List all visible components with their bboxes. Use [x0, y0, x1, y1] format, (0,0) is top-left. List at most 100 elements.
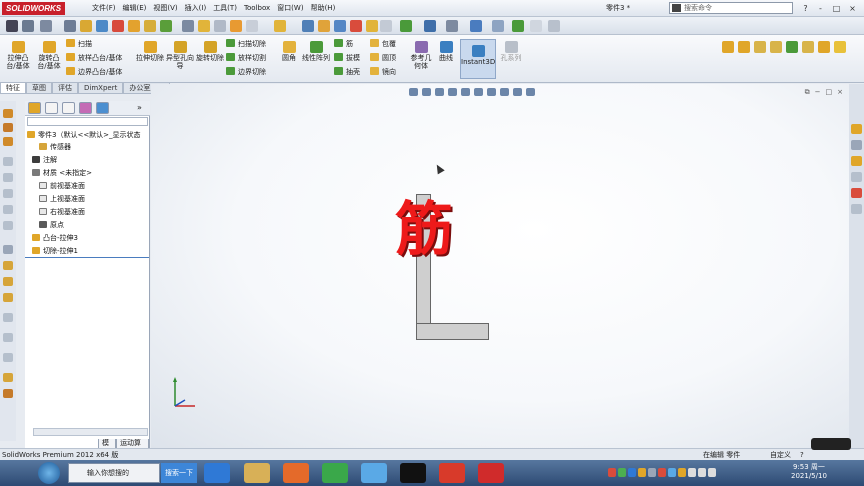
extrude-cut-button[interactable]: 拉伸切除	[136, 41, 164, 62]
wrap-button[interactable]: 包覆	[370, 39, 396, 49]
move-icon[interactable]	[230, 20, 242, 32]
strip-icon-16[interactable]	[3, 373, 13, 382]
smart-dimension-icon[interactable]	[80, 20, 92, 32]
dimxpert-tab-icon[interactable]	[79, 102, 92, 114]
viewport-restore-icon[interactable]: ⧉	[805, 88, 810, 97]
strip-icon-1[interactable]	[3, 109, 13, 118]
status-help[interactable]: ?	[800, 450, 804, 460]
strip-icon-14[interactable]	[3, 333, 13, 342]
view-toolbar-icon[interactable]	[274, 20, 286, 32]
heads-up-icon-1[interactable]	[722, 41, 734, 53]
heads-up-icon-3[interactable]	[754, 41, 766, 53]
custom-properties-icon[interactable]	[851, 204, 862, 214]
zoom-area-icon[interactable]	[422, 88, 431, 96]
edit-appearance-icon[interactable]	[500, 88, 509, 96]
reference-geometry-button[interactable]: 参考几何体	[410, 41, 432, 70]
swept-cut-button[interactable]: 扫描切除	[226, 39, 266, 49]
mate-icon[interactable]	[160, 20, 172, 32]
hole-series-button[interactable]: 孔系列	[500, 41, 522, 62]
tree-node-top-plane[interactable]: 上视基准面	[39, 195, 85, 204]
close-button[interactable]: ×	[847, 3, 858, 14]
graphics-area[interactable]: ⧉ − □ × 筋	[151, 84, 849, 448]
netdisk-icon[interactable]	[361, 463, 387, 483]
section-view-icon[interactable]	[448, 88, 457, 96]
heads-up-icon-2[interactable]	[738, 41, 750, 53]
globe-icon[interactable]	[334, 20, 346, 32]
volume-icon[interactable]	[698, 468, 706, 477]
mirror-button[interactable]: 镜向	[370, 67, 396, 77]
link-icon[interactable]	[318, 20, 330, 32]
view-palette-icon[interactable]	[851, 172, 862, 182]
tree-node-annotations[interactable]: 注解	[32, 156, 57, 165]
resources-icon[interactable]	[851, 124, 862, 134]
view-settings-icon[interactable]	[526, 88, 535, 96]
tab-dimxpert[interactable]: DimXpert	[78, 83, 124, 94]
expand-icon[interactable]: »	[137, 103, 142, 112]
strip-icon-7[interactable]	[3, 205, 13, 214]
save-file-icon[interactable]	[424, 20, 436, 32]
tree-node-boss-extrude[interactable]: 凸台-拉伸3	[32, 234, 78, 243]
file-properties-icon[interactable]	[530, 20, 542, 32]
open-file-icon[interactable]	[400, 20, 412, 32]
lofted-cut-button[interactable]: 放样切割	[226, 53, 266, 63]
strip-icon-12[interactable]	[3, 293, 13, 302]
view-orientation-icon[interactable]	[461, 88, 470, 96]
display-style-icon[interactable]	[474, 88, 483, 96]
fillet-button[interactable]: 圆角	[278, 41, 300, 62]
revolve-boss-button[interactable]: 旋转凸台/基体	[34, 41, 64, 70]
tray-icon-5[interactable]	[648, 468, 656, 477]
search-commands-input[interactable]: 搜索命令	[669, 2, 793, 14]
dome-button[interactable]: 圆顶	[370, 53, 396, 63]
menu-insert[interactable]: 插入(I)	[185, 3, 207, 14]
tab-evaluate[interactable]: 评估	[52, 83, 78, 94]
measure-icon[interactable]	[198, 20, 210, 32]
sweep-button[interactable]: 扫描	[66, 39, 92, 49]
stop-icon[interactable]	[112, 20, 124, 32]
viewport-minimize-icon[interactable]: −	[815, 88, 821, 97]
options-gear-icon[interactable]	[548, 20, 560, 32]
rebuild-icon[interactable]	[96, 20, 108, 32]
new-doc-icon[interactable]	[6, 20, 18, 32]
tray-icon-8[interactable]	[678, 468, 686, 477]
revolve-cut-button[interactable]: 旋转切除	[196, 41, 224, 62]
previous-view-icon[interactable]	[435, 88, 444, 96]
maximize-button[interactable]: □	[831, 3, 842, 14]
folder-icon[interactable]	[244, 463, 270, 483]
strip-icon-2[interactable]	[3, 123, 13, 132]
zoom-to-fit-icon[interactable]	[409, 88, 418, 96]
ie-icon[interactable]	[204, 463, 230, 483]
minimize-button[interactable]: -	[815, 3, 826, 14]
sketch-icon[interactable]	[64, 20, 76, 32]
boundary-cut-button[interactable]: 边界切除	[226, 67, 266, 77]
new-file-icon[interactable]	[380, 20, 392, 32]
hide-show-icon[interactable]	[487, 88, 496, 96]
tray-icon-4[interactable]	[638, 468, 646, 477]
horizontal-scrollbar[interactable]	[33, 428, 148, 436]
undo-icon[interactable]	[470, 20, 482, 32]
extrude-boss-button[interactable]: 拉伸凸台/基体	[3, 41, 33, 70]
display-manager-tab-icon[interactable]	[96, 102, 109, 114]
strip-icon-13[interactable]	[3, 313, 13, 322]
strip-icon-10[interactable]	[3, 261, 13, 270]
tray-icon-6[interactable]	[658, 468, 666, 477]
heads-up-icon-7[interactable]	[818, 41, 830, 53]
shell-button[interactable]: 抽壳	[334, 67, 360, 77]
print-icon[interactable]	[446, 20, 458, 32]
strip-icon-3[interactable]	[3, 137, 13, 146]
menu-tools[interactable]: 工具(T)	[213, 3, 237, 14]
open-icon[interactable]	[22, 20, 34, 32]
tray-icon-7[interactable]	[668, 468, 676, 477]
save-icon[interactable]	[40, 20, 52, 32]
strip-icon-5[interactable]	[3, 173, 13, 182]
network-icon[interactable]	[688, 468, 696, 477]
draft-button[interactable]: 拔模	[334, 53, 360, 63]
tray-icon-1[interactable]	[608, 468, 616, 477]
rib-button[interactable]: 筋	[334, 39, 353, 49]
heads-up-icon-6[interactable]	[802, 41, 814, 53]
configuration-tab-icon[interactable]	[62, 102, 75, 114]
viewport-close-icon[interactable]: ×	[837, 88, 843, 97]
tree-root[interactable]: 零件3（默认<<默认>_显示状态	[27, 131, 141, 140]
boundary-boss-button[interactable]: 边界凸台/基体	[66, 67, 122, 77]
taskbar-search-input[interactable]: 输入你想搜的	[68, 463, 160, 483]
solidworks-taskbar-icon[interactable]	[478, 463, 504, 483]
